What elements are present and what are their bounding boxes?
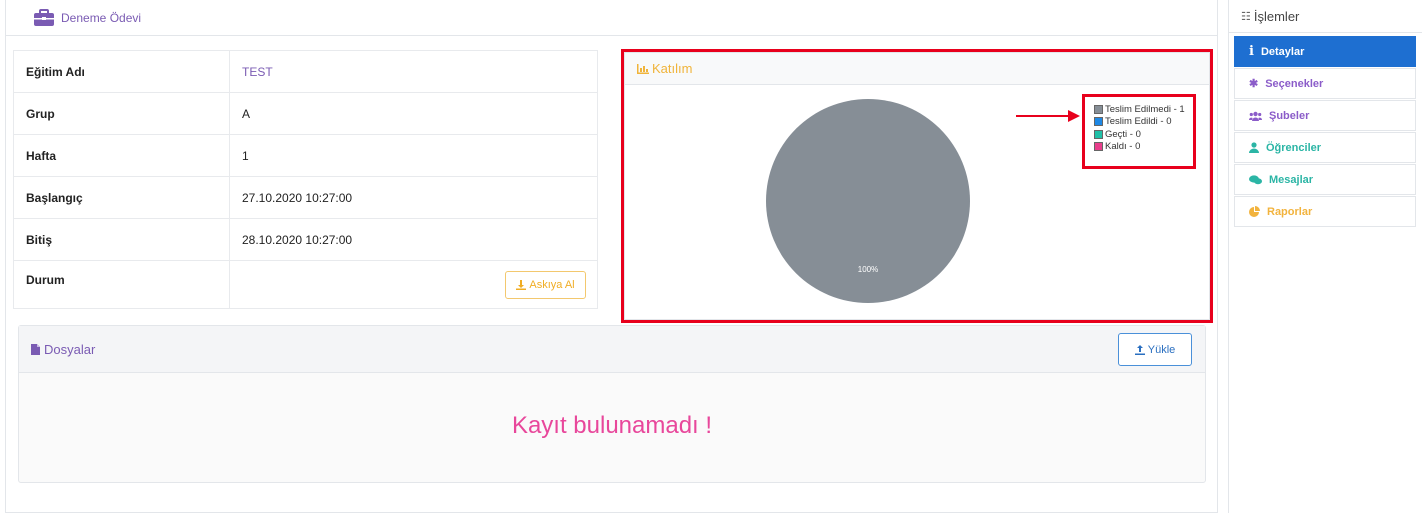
sidebar-item-subeler[interactable]: Şubeler	[1234, 100, 1416, 131]
comments-icon	[1249, 174, 1262, 184]
info-icon: i	[1249, 44, 1254, 59]
legend-label: Kaldı - 0	[1105, 141, 1141, 153]
sidebar-item-label: Mesajlar	[1269, 173, 1314, 186]
legend-swatch	[1094, 142, 1103, 152]
sidebar-item-secenekler[interactable]: ✱ Seçenekler	[1234, 68, 1416, 99]
legend-item[interactable]: Teslim Edilmedi - 1	[1094, 103, 1185, 116]
upload-button[interactable]: Yükle	[1118, 333, 1192, 366]
legend-label: Geçti - 0	[1105, 128, 1141, 140]
empty-message: Kayıt bulunamadı !	[511, 412, 713, 439]
upload-button-label: Yükle	[1147, 343, 1176, 356]
legend-swatch	[1094, 129, 1103, 139]
gear-icon: ✱	[1249, 78, 1259, 90]
legend-swatch	[1094, 104, 1103, 114]
sidebar-item-detaylar[interactable]: i Detaylar	[1234, 36, 1416, 67]
sidebar-item-label: Raporlar	[1267, 205, 1313, 218]
legend-item[interactable]: Geçti - 0	[1094, 128, 1185, 141]
pie-chart-icon	[1249, 206, 1260, 217]
actions-sidebar: ☷ İşlemler i Detaylar ✱ Seçenekler Şubel…	[1228, 0, 1422, 513]
sidebar-item-label: Öğrenciler	[1266, 141, 1322, 154]
legend-swatch	[1094, 117, 1103, 127]
sidebar-item-ogrenciler[interactable]: Öğrenciler	[1234, 132, 1416, 163]
sidebar-item-label: Şubeler	[1269, 109, 1310, 122]
sidebar-header: ☷ İşlemler	[1229, 0, 1422, 33]
files-card: Dosyalar Yükle Kayıt bulunamadı !	[18, 325, 1206, 483]
list-icon: ☷	[1241, 10, 1251, 23]
sidebar-item-label: Seçenekler	[1265, 77, 1324, 90]
chart-legend: Teslim Edilmedi - 1 Teslim Edildi - 0 Ge…	[1094, 103, 1185, 153]
annotation-arrow-head	[1068, 110, 1080, 122]
files-header: Dosyalar Yükle	[19, 326, 1205, 373]
sidebar-title: İşlemler	[1253, 8, 1300, 24]
sidebar-item-raporlar[interactable]: Raporlar	[1234, 196, 1416, 227]
file-icon	[31, 343, 40, 355]
pie-label: 100%	[858, 265, 878, 274]
legend-item[interactable]: Kaldı - 0	[1094, 141, 1185, 154]
sidebar-item-label: Detaylar	[1260, 45, 1305, 58]
upload-icon	[1134, 344, 1145, 355]
users-icon	[1249, 111, 1262, 121]
legend-item[interactable]: Teslim Edildi - 0	[1094, 116, 1185, 129]
sidebar-menu: i Detaylar ✱ Seçenekler Şubeler Öğrencil…	[1234, 36, 1416, 227]
legend-label: Teslim Edilmedi - 1	[1105, 103, 1185, 115]
files-title: Dosyalar	[44, 341, 96, 357]
sidebar-item-mesajlar[interactable]: Mesajlar	[1234, 164, 1416, 195]
user-icon	[1249, 142, 1259, 153]
legend-label: Teslim Edildi - 0	[1105, 116, 1172, 128]
